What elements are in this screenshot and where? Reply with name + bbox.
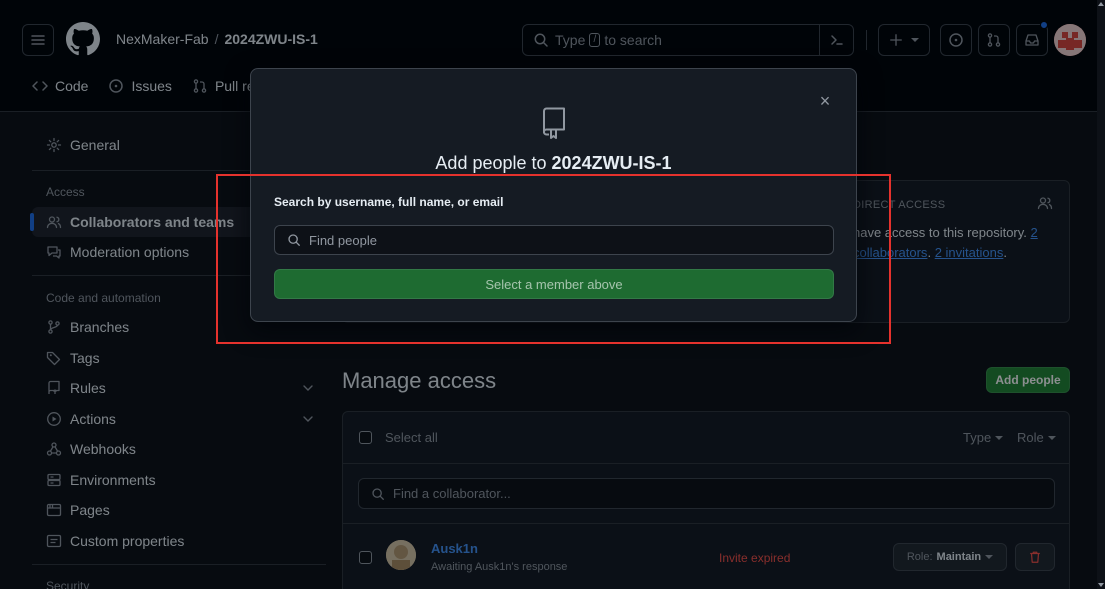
search-icon — [288, 234, 300, 246]
find-people-placeholder: Find people — [309, 232, 377, 248]
find-people-input[interactable]: Find people — [274, 225, 834, 255]
close-icon: × — [819, 91, 831, 111]
repo-icon — [543, 107, 565, 139]
page-scrollbar[interactable] — [1097, 0, 1105, 589]
close-button[interactable]: × — [815, 91, 835, 111]
dialog-title: Add people to 2024ZWU-IS-1 — [251, 153, 856, 174]
add-people-dialog: × Add people to 2024ZWU-IS-1 Search by u… — [250, 68, 857, 322]
select-member-button[interactable]: Select a member above — [274, 269, 834, 299]
scrollbar-arrow-down[interactable] — [1098, 583, 1104, 587]
search-label: Search by username, full name, or email — [274, 195, 504, 209]
dialog-title-repo: 2024ZWU-IS-1 — [551, 153, 672, 173]
dialog-title-prefix: Add people to — [435, 153, 547, 173]
scrollbar-arrow-up[interactable] — [1098, 2, 1104, 6]
